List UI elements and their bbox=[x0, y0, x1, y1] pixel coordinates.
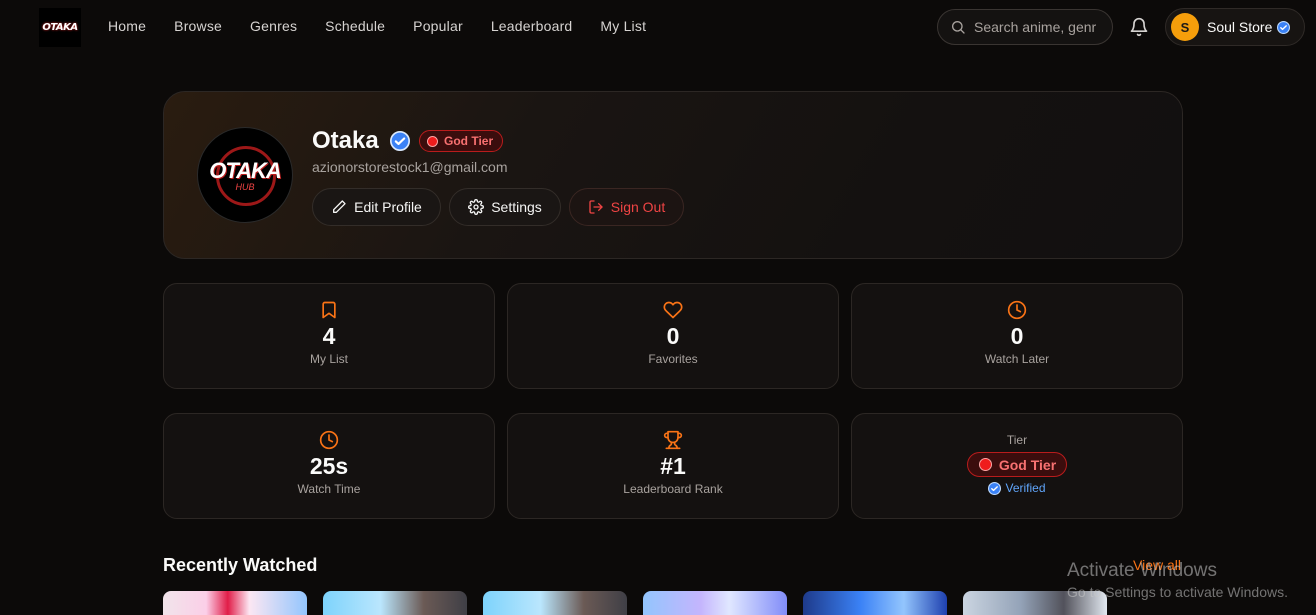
tier-name: God Tier bbox=[998, 456, 1057, 473]
stat-card-watch-time: 25s Watch Time bbox=[163, 413, 495, 519]
search-box[interactable] bbox=[937, 9, 1113, 45]
anime-thumbnail[interactable] bbox=[803, 591, 947, 615]
anime-thumbnail[interactable] bbox=[643, 591, 787, 615]
tier-dot-icon bbox=[427, 135, 438, 147]
anime-thumbnail[interactable] bbox=[323, 591, 467, 615]
profile-email: azionorstorestock1@gmail.com bbox=[312, 159, 508, 175]
stat-label: Leaderboard Rank bbox=[623, 482, 723, 496]
search-input[interactable] bbox=[974, 19, 1104, 35]
sign-out-button[interactable]: Sign Out bbox=[569, 188, 684, 226]
tier-badge-large: God Tier bbox=[966, 452, 1068, 477]
logout-icon bbox=[589, 200, 603, 214]
stat-value: 4 bbox=[322, 323, 336, 349]
stat-label: Watch Time bbox=[297, 482, 361, 496]
verified-icon bbox=[1277, 20, 1291, 34]
anime-thumbnail[interactable] bbox=[163, 591, 307, 615]
verified-icon bbox=[988, 481, 1002, 495]
pencil-icon bbox=[333, 200, 346, 213]
edit-profile-label: Edit Profile bbox=[354, 199, 422, 215]
search-icon bbox=[952, 21, 965, 34]
nav-link-popular[interactable]: Popular bbox=[413, 18, 463, 34]
stat-label: My List bbox=[309, 352, 348, 366]
user-avatar: S bbox=[1171, 13, 1199, 41]
stat-label: Watch Later bbox=[984, 352, 1050, 366]
stat-value: 0 bbox=[666, 323, 680, 349]
settings-label: Settings bbox=[491, 199, 542, 215]
recently-watched-title: Recently Watched bbox=[163, 555, 318, 575]
heart-icon bbox=[663, 301, 683, 319]
sign-out-label: Sign Out bbox=[610, 199, 666, 215]
edit-profile-button[interactable]: Edit Profile bbox=[312, 188, 441, 226]
gear-icon bbox=[468, 199, 485, 215]
stat-value: #1 bbox=[660, 453, 686, 479]
verified-icon bbox=[390, 131, 410, 151]
activate-windows-title: Activate Windows bbox=[1067, 560, 1217, 581]
clock-icon bbox=[1007, 300, 1027, 320]
nav-link-home[interactable]: Home bbox=[108, 18, 146, 34]
notifications-button[interactable] bbox=[1129, 17, 1149, 37]
verified-label: Verified bbox=[1005, 481, 1046, 495]
tier-dot-icon bbox=[978, 458, 992, 471]
avatar-subtitle: HUB bbox=[235, 182, 255, 192]
stat-card-favorites[interactable]: 0 Favorites bbox=[507, 283, 839, 389]
logo-text: OTAKA bbox=[42, 22, 78, 33]
stat-card-watch-later[interactable]: 0 Watch Later bbox=[851, 283, 1183, 389]
verified-status: Verified bbox=[988, 481, 1046, 495]
user-menu-button[interactable]: S Soul Store bbox=[1165, 8, 1305, 46]
tier-label: God Tier bbox=[444, 134, 494, 148]
user-name: Soul Store bbox=[1207, 19, 1273, 35]
trophy-icon bbox=[663, 430, 683, 450]
nav-link-leaderboard[interactable]: Leaderboard bbox=[491, 18, 573, 34]
stat-card-my-list[interactable]: 4 My List bbox=[163, 283, 495, 389]
bookmark-icon bbox=[322, 301, 336, 319]
site-logo[interactable]: OTAKA bbox=[39, 8, 81, 47]
profile-avatar: OTAKA HUB bbox=[197, 127, 293, 223]
settings-button[interactable]: Settings bbox=[449, 188, 561, 226]
stat-value: 25s bbox=[309, 453, 349, 479]
nav-link-genres[interactable]: Genres bbox=[250, 18, 297, 34]
anime-thumbnail[interactable] bbox=[483, 591, 627, 615]
profile-card: OTAKA HUB Otaka God Tier azionorstoresto… bbox=[163, 91, 1183, 259]
top-nav: OTAKA Home Browse Genres Schedule Popula… bbox=[0, 0, 1316, 54]
tier-card: Tier God Tier Verified bbox=[851, 413, 1183, 519]
stat-value: 0 bbox=[1010, 323, 1024, 349]
nav-links: Home Browse Genres Schedule Popular Lead… bbox=[108, 18, 674, 34]
stat-label: Favorites bbox=[648, 352, 698, 366]
activate-windows-subtitle: Go to Settings to activate Windows. bbox=[1067, 584, 1288, 600]
bell-icon bbox=[1130, 17, 1148, 37]
tier-card-label: Tier bbox=[1006, 433, 1028, 447]
nav-link-browse[interactable]: Browse bbox=[174, 18, 222, 34]
clock-icon bbox=[319, 430, 339, 450]
avatar-title: OTAKA bbox=[209, 158, 282, 183]
nav-link-my-list[interactable]: My List bbox=[600, 18, 646, 34]
tier-badge: God Tier bbox=[419, 130, 504, 152]
profile-name: Otaka bbox=[312, 127, 379, 154]
nav-link-schedule[interactable]: Schedule bbox=[325, 18, 385, 34]
stat-card-leaderboard-rank[interactable]: #1 Leaderboard Rank bbox=[507, 413, 839, 519]
